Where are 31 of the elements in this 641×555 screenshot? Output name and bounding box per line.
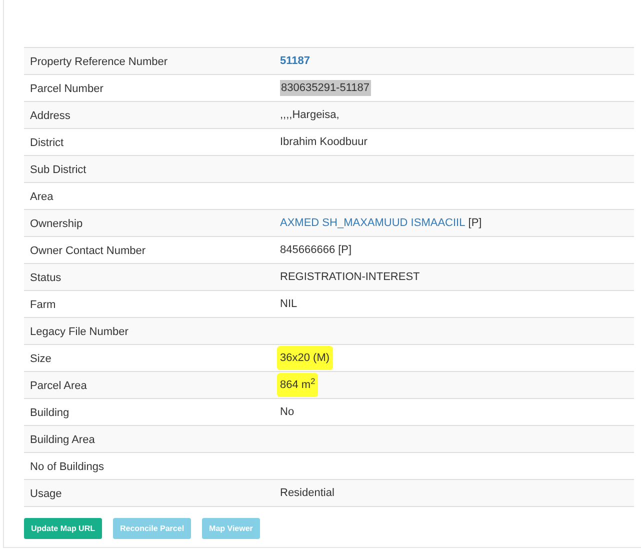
action-button[interactable]: Update Map URL bbox=[24, 518, 102, 539]
field-value: No bbox=[280, 404, 294, 420]
field-label: No of Buildings bbox=[30, 461, 104, 473]
field-label: Size bbox=[30, 353, 52, 365]
field-value: [P] bbox=[467, 216, 482, 231]
value-link[interactable]: 51187 bbox=[280, 52, 310, 70]
field-value: NIL bbox=[280, 296, 298, 312]
field-value: Residential bbox=[280, 486, 334, 501]
field-label: Status bbox=[30, 272, 62, 284]
field-value: 830635291-51187 bbox=[280, 80, 370, 96]
field-value: 864 m$^{2}$ bbox=[277, 372, 318, 398]
field-label: Farm bbox=[30, 299, 56, 311]
field-value: Ibrahim Koodbuur bbox=[280, 134, 368, 150]
field-label: Building Area bbox=[30, 434, 95, 446]
field-label: Building bbox=[30, 407, 70, 419]
value-link[interactable]: AXMED SH_MAXAMUUD ISMAACIIL bbox=[280, 214, 466, 232]
field-value: REGISTRATION-INTEREST bbox=[280, 270, 420, 285]
field-value: 845666666 [P] bbox=[280, 242, 352, 258]
field-label: Usage bbox=[30, 488, 62, 500]
field-label: Ownership bbox=[30, 218, 83, 230]
field-label: Sub District bbox=[30, 164, 86, 176]
field-label: Address bbox=[30, 110, 70, 122]
field-label: Parcel Area bbox=[30, 380, 87, 392]
field-label: District bbox=[30, 137, 64, 149]
field-value: 36x20 (M) bbox=[277, 346, 333, 370]
field-label: Legacy File Number bbox=[30, 326, 128, 338]
field-value: ,,,,Hargeisa, bbox=[280, 108, 340, 123]
field-label: Property Reference Number bbox=[30, 56, 168, 68]
field-label: Parcel Number bbox=[30, 83, 104, 95]
field-label: Area bbox=[30, 191, 54, 203]
field-label: Owner Contact Number bbox=[30, 245, 146, 257]
